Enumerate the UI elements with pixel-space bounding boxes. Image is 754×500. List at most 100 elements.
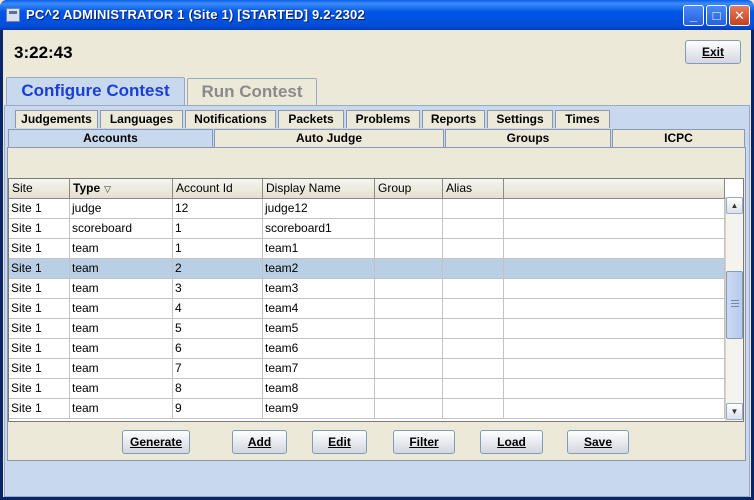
cell-display-name: team9 bbox=[263, 399, 375, 419]
cell-site: Site 1 bbox=[9, 199, 70, 219]
cell-alias bbox=[443, 279, 504, 299]
cell-group bbox=[375, 339, 443, 359]
cell-group bbox=[375, 199, 443, 219]
cell-filler bbox=[504, 239, 725, 259]
scrollbar-thumb[interactable] bbox=[726, 271, 743, 339]
grip-icon bbox=[731, 300, 739, 307]
cell-account-id: 6 bbox=[173, 339, 263, 359]
table-row[interactable]: Site 1 team 9 team9 bbox=[9, 399, 725, 419]
cell-display-name: team4 bbox=[263, 299, 375, 319]
cell-type: team bbox=[70, 279, 173, 299]
tab-configure-contest[interactable]: Configure Contest bbox=[6, 77, 185, 105]
filter-button[interactable]: Filter bbox=[393, 430, 455, 454]
cell-site: Site 1 bbox=[9, 279, 70, 299]
cell-alias bbox=[443, 299, 504, 319]
cell-type: team bbox=[70, 239, 173, 259]
table-row[interactable]: Site 1 judge 12 judge12 bbox=[9, 199, 725, 219]
maximize-button[interactable]: □ bbox=[706, 5, 727, 26]
tab-reports[interactable]: Reports bbox=[422, 110, 485, 128]
cell-account-id: 2 bbox=[173, 259, 263, 279]
sort-descending-icon: ▽ bbox=[104, 184, 112, 194]
cell-alias bbox=[443, 339, 504, 359]
cell-site: Site 1 bbox=[9, 299, 70, 319]
cell-type: judge bbox=[70, 199, 173, 219]
scroll-down-icon: ▼ bbox=[730, 407, 739, 416]
vertical-scrollbar[interactable]: ▲ ▼ bbox=[725, 197, 743, 421]
cell-alias bbox=[443, 379, 504, 399]
cell-site: Site 1 bbox=[9, 239, 70, 259]
table-row[interactable]: Site 1 team 5 team5 bbox=[9, 319, 725, 339]
tab-packets[interactable]: Packets bbox=[278, 110, 344, 128]
column-header-account-id[interactable]: Account Id bbox=[173, 179, 263, 199]
tab-accounts[interactable]: Accounts bbox=[8, 129, 213, 147]
scroll-down-button[interactable]: ▼ bbox=[726, 403, 743, 420]
cell-display-name: judge12 bbox=[263, 199, 375, 219]
table-row[interactable]: Site 1 team 7 team7 bbox=[9, 359, 725, 379]
cell-account-id: 12 bbox=[173, 199, 263, 219]
table-row[interactable]: Site 1 team 3 team3 bbox=[9, 279, 725, 299]
cell-site: Site 1 bbox=[9, 379, 70, 399]
table-row[interactable]: Site 1 team 4 team4 bbox=[9, 299, 725, 319]
cell-group bbox=[375, 359, 443, 379]
cell-account-id: 1 bbox=[173, 239, 263, 259]
close-button[interactable]: ✕ bbox=[729, 5, 750, 26]
maximize-icon: □ bbox=[712, 8, 721, 23]
cell-account-id: 1 bbox=[173, 219, 263, 239]
application-window: PC^2 ADMINISTRATOR 1 (Site 1) [STARTED] … bbox=[0, 0, 754, 500]
table-row[interactable]: Site 1 team 1 team1 bbox=[9, 239, 725, 259]
cell-group bbox=[375, 219, 443, 239]
load-button[interactable]: Load bbox=[480, 430, 543, 454]
cell-filler bbox=[504, 259, 725, 279]
exit-button[interactable]: Exit bbox=[685, 40, 741, 64]
tab-languages[interactable]: Languages bbox=[100, 110, 183, 128]
cell-group bbox=[375, 279, 443, 299]
table-row[interactable]: Site 1 team 2 team2 bbox=[9, 259, 725, 279]
cell-account-id: 9 bbox=[173, 399, 263, 419]
cell-filler bbox=[504, 339, 725, 359]
cell-alias bbox=[443, 399, 504, 419]
column-header-display-name[interactable]: Display Name bbox=[263, 179, 375, 199]
contest-clock: 3:22:43 bbox=[14, 43, 73, 62]
cell-filler bbox=[504, 299, 725, 319]
column-header-group[interactable]: Group bbox=[375, 179, 443, 199]
window-title: PC^2 ADMINISTRATOR 1 (Site 1) [STARTED] … bbox=[26, 7, 365, 22]
cell-site: Site 1 bbox=[9, 219, 70, 239]
table-header: Site Type ▽ Account Id Display Name Group… bbox=[9, 179, 725, 199]
cell-site: Site 1 bbox=[9, 319, 70, 339]
tab-notifications[interactable]: Notifications bbox=[185, 110, 276, 128]
close-icon: ✕ bbox=[734, 8, 745, 23]
column-header-type[interactable]: Type ▽ bbox=[70, 179, 173, 199]
add-button[interactable]: Add bbox=[232, 430, 287, 454]
accounts-table[interactable]: Site Type ▽ Account Id Display Name Group… bbox=[8, 178, 744, 422]
tab-settings[interactable]: Settings bbox=[487, 110, 553, 128]
minimize-icon: _ bbox=[689, 8, 698, 23]
tab-groups[interactable]: Groups bbox=[445, 129, 611, 147]
minimize-button[interactable]: _ bbox=[683, 5, 704, 26]
cell-display-name: team3 bbox=[263, 279, 375, 299]
title-bar[interactable]: PC^2 ADMINISTRATOR 1 (Site 1) [STARTED] … bbox=[0, 0, 754, 30]
tab-icpc[interactable]: ICPC bbox=[612, 129, 745, 147]
save-button[interactable]: Save bbox=[567, 430, 629, 454]
column-header-alias[interactable]: Alias bbox=[443, 179, 504, 199]
column-header-site[interactable]: Site bbox=[9, 179, 70, 199]
cell-alias bbox=[443, 239, 504, 259]
tab-run-contest[interactable]: Run Contest bbox=[187, 78, 317, 105]
cell-group bbox=[375, 319, 443, 339]
tab-problems[interactable]: Problems bbox=[346, 110, 420, 128]
tab-judgements[interactable]: Judgements bbox=[15, 110, 98, 128]
cell-type: team bbox=[70, 319, 173, 339]
table-row[interactable]: Site 1 team 8 team8 bbox=[9, 379, 725, 399]
cell-group bbox=[375, 239, 443, 259]
tab-times[interactable]: Times bbox=[555, 110, 610, 128]
cell-account-id: 8 bbox=[173, 379, 263, 399]
cell-display-name: team2 bbox=[263, 259, 375, 279]
table-row[interactable]: Site 1 team 6 team6 bbox=[9, 339, 725, 359]
cell-site: Site 1 bbox=[9, 399, 70, 419]
scroll-up-button[interactable]: ▲ bbox=[726, 197, 743, 214]
edit-button[interactable]: Edit bbox=[312, 430, 367, 454]
tab-auto-judge[interactable]: Auto Judge bbox=[214, 129, 444, 147]
cell-type: team bbox=[70, 299, 173, 319]
cell-alias bbox=[443, 199, 504, 219]
generate-button[interactable]: Generate bbox=[122, 430, 190, 454]
table-row[interactable]: Site 1 scoreboard 1 scoreboard1 bbox=[9, 219, 725, 239]
